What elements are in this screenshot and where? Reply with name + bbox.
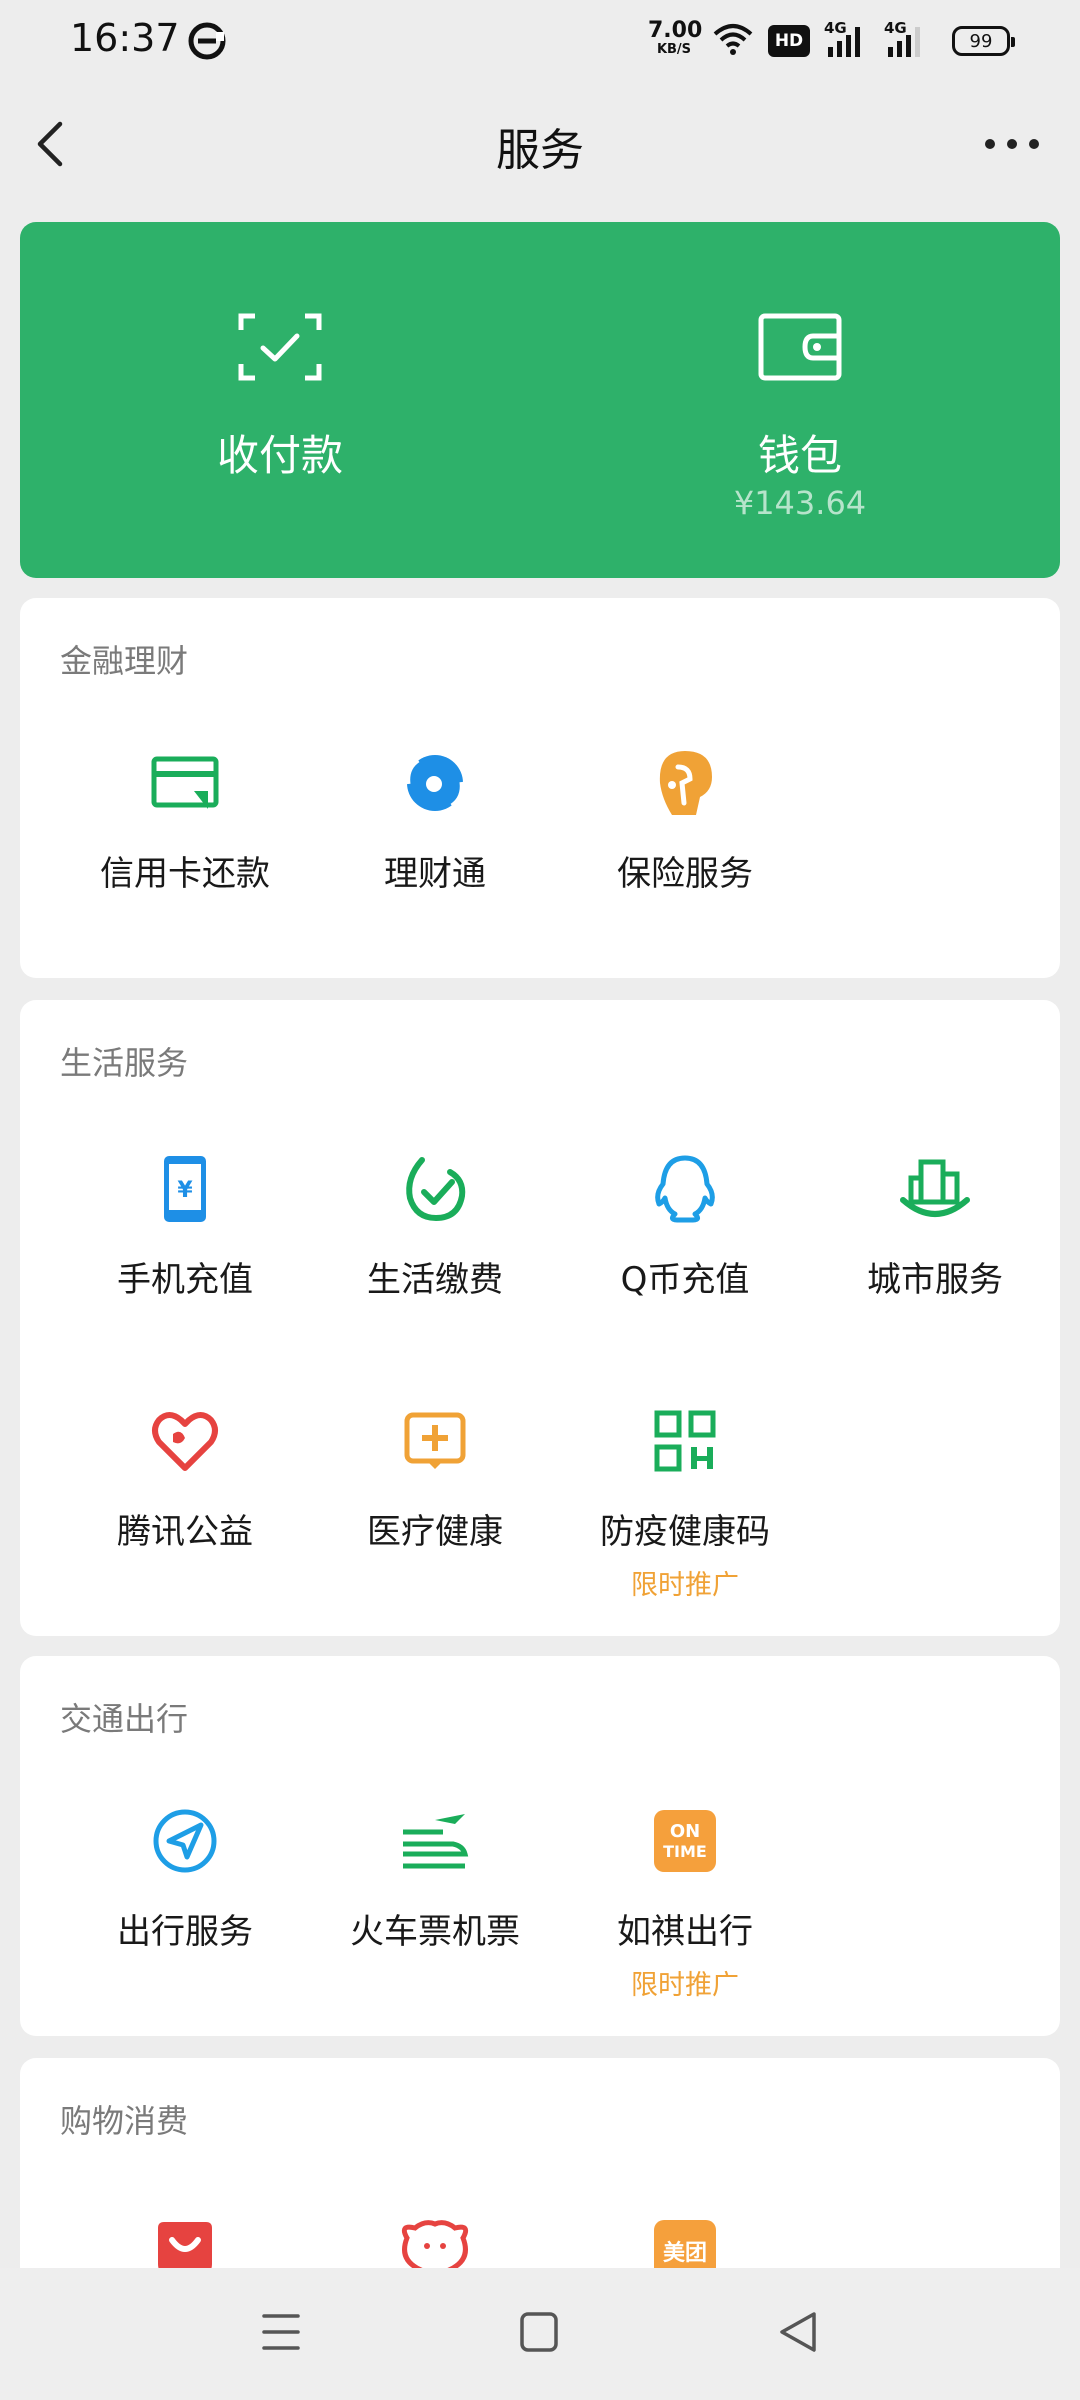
status-bar: 16:37 7.00 KB/S HD 4G 4G 99 bbox=[0, 0, 1080, 82]
credit-card-repay-item[interactable]: 信用卡还款 bbox=[60, 738, 310, 895]
section-life-services: 生活服务 ¥ 手机充值 生活缴费 Q币充值 城市服务 腾讯公益 医疗健康 防疫健… bbox=[20, 1000, 1060, 1636]
hd-badge: HD bbox=[768, 25, 810, 57]
credit-card-icon bbox=[151, 756, 219, 809]
signal-icon-2: 4G bbox=[884, 19, 930, 59]
section-title: 金融理财 bbox=[60, 642, 189, 680]
item-label: 手机充值 bbox=[117, 1260, 253, 1300]
charity-item[interactable]: 腾讯公益 bbox=[60, 1396, 310, 1553]
qq-coin-item[interactable]: Q币充值 bbox=[560, 1144, 810, 1301]
item-label: 如祺出行 bbox=[617, 1912, 753, 1952]
scan-check-icon bbox=[238, 313, 322, 381]
item-label: 医疗健康 bbox=[367, 1512, 503, 1552]
promo-badge: 限时推广 bbox=[631, 1570, 739, 1601]
item-label: 保险服务 bbox=[617, 854, 753, 894]
item-label: 腾讯公益 bbox=[117, 1512, 253, 1552]
item-label: 火车票机票 bbox=[350, 1912, 520, 1952]
wallet-button[interactable]: 钱包 ¥143.64 bbox=[540, 222, 1060, 578]
pay-receive-button[interactable]: 收付款 bbox=[20, 222, 540, 578]
qq-coin-icon bbox=[655, 1155, 715, 1223]
promo-badge: 限时推广 bbox=[631, 1970, 739, 2001]
city-services-icon bbox=[900, 1159, 970, 1217]
health-code-item[interactable]: 防疫健康码 限时推广 bbox=[560, 1396, 810, 1602]
home-nav-button[interactable] bbox=[518, 2306, 562, 2362]
signal-icon-1: 4G bbox=[824, 19, 870, 59]
phone-topup-icon: ¥ bbox=[164, 1156, 206, 1222]
ontime-item[interactable]: ON TIME 如祺出行 限时推广 bbox=[560, 1796, 810, 2002]
item-label: 防疫健康码 bbox=[600, 1512, 770, 1552]
train-plane-icon bbox=[403, 1814, 469, 1869]
menu-nav-button[interactable] bbox=[260, 2306, 302, 2362]
browser-app-icon bbox=[188, 22, 226, 64]
network-speed: 7.00 KB/S bbox=[648, 18, 703, 57]
section-title: 购物消费 bbox=[60, 2102, 189, 2140]
item-label: 生活缴费 bbox=[367, 1260, 503, 1300]
wallet-balance: ¥143.64 bbox=[733, 484, 867, 522]
qr-code-icon bbox=[654, 1410, 716, 1472]
train-plane-item[interactable]: 火车票机票 bbox=[310, 1796, 560, 1953]
travel-service-item[interactable]: 出行服务 bbox=[60, 1796, 310, 1953]
section-finance: 金融理财 信用卡还款 理财通 保险服务 bbox=[20, 598, 1060, 978]
pay-card: 收付款 钱包 ¥143.64 bbox=[20, 222, 1060, 578]
insurance-item[interactable]: 保险服务 bbox=[560, 738, 810, 895]
nav-bar: 服务 bbox=[0, 82, 1080, 206]
back-nav-button[interactable] bbox=[776, 2306, 820, 2362]
item-label: 城市服务 bbox=[867, 1260, 1003, 1300]
wifi-icon bbox=[712, 22, 754, 60]
navigation-icon bbox=[153, 1809, 217, 1873]
utility-payment-item[interactable]: 生活缴费 bbox=[310, 1144, 560, 1301]
home-square-icon bbox=[520, 2312, 558, 2352]
page-title: 服务 bbox=[496, 125, 584, 176]
ontime-icon: ON TIME bbox=[654, 1810, 716, 1872]
insurance-icon bbox=[659, 751, 712, 815]
medical-item[interactable]: 医疗健康 bbox=[310, 1396, 560, 1553]
system-nav-bar bbox=[0, 2268, 1080, 2400]
more-button[interactable] bbox=[980, 132, 1044, 156]
section-title: 交通出行 bbox=[60, 1700, 189, 1738]
phone-topup-item[interactable]: ¥ 手机充值 bbox=[60, 1144, 310, 1301]
city-services-item[interactable]: 城市服务 bbox=[810, 1144, 1060, 1301]
wallet-icon bbox=[758, 313, 842, 381]
battery-indicator: 99 bbox=[952, 26, 1015, 56]
svg-text:¥: ¥ bbox=[177, 1178, 193, 1203]
wallet-label: 钱包 bbox=[757, 431, 842, 480]
section-transport: 交通出行 出行服务 火车票机票 ON TIME 如祺出行 限时推广 bbox=[20, 1656, 1060, 2036]
status-time: 16:37 bbox=[70, 16, 180, 60]
charity-heart-icon bbox=[152, 1412, 218, 1471]
item-label: Q币充值 bbox=[620, 1260, 750, 1300]
menu-icon bbox=[262, 2314, 300, 2350]
item-label: 信用卡还款 bbox=[100, 854, 270, 894]
wealth-icon bbox=[405, 755, 465, 811]
wealth-item[interactable]: 理财通 bbox=[310, 738, 560, 895]
pay-receive-label: 收付款 bbox=[216, 431, 343, 480]
item-label: 理财通 bbox=[384, 854, 486, 894]
utility-payment-icon bbox=[406, 1157, 466, 1222]
back-triangle-icon bbox=[780, 2312, 816, 2352]
section-title: 生活服务 bbox=[60, 1044, 189, 1082]
item-label: 出行服务 bbox=[117, 1912, 253, 1952]
medical-icon bbox=[404, 1412, 466, 1469]
more-dots-icon bbox=[985, 139, 1039, 149]
